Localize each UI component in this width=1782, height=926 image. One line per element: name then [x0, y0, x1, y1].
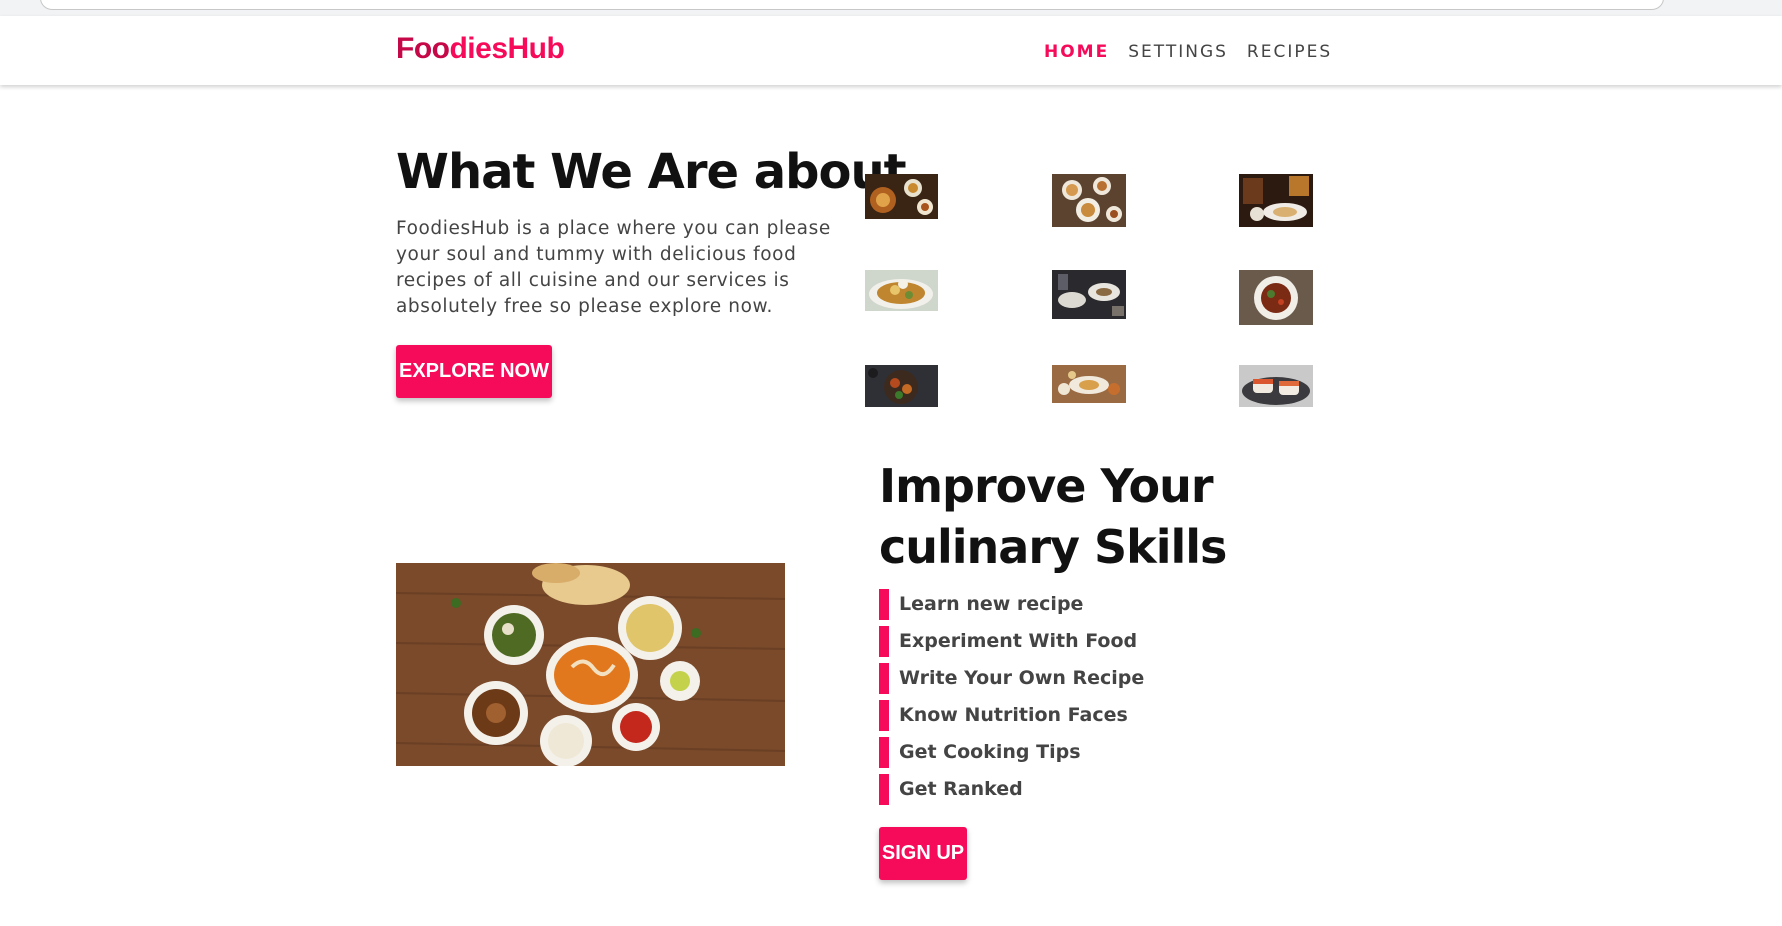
- skill-item-write-your-own-recipe: Write Your Own Recipe: [879, 663, 1144, 694]
- site-logo[interactable]: FoodiesHub: [396, 32, 565, 66]
- browser-toolbar: [0, 0, 1782, 16]
- food-photo-6: [1239, 270, 1313, 325]
- hero-title: What We Are about: [396, 144, 907, 200]
- nav-home[interactable]: HOME: [1044, 42, 1109, 62]
- skill-item-know-nutrition-faces: Know Nutrition Faces: [879, 700, 1144, 731]
- skills-title-line2: culinary Skills: [879, 520, 1227, 574]
- indian-food-photo: [395, 563, 786, 767]
- food-photo-1: [865, 174, 938, 219]
- food-photo-2: [1052, 174, 1126, 227]
- skill-item-experiment-with-food: Experiment With Food: [879, 626, 1144, 657]
- skill-item-get-cooking-tips: Get Cooking Tips: [879, 737, 1144, 768]
- food-photo-4: [865, 270, 938, 311]
- food-photo-3: [1239, 174, 1313, 227]
- nav-links: HOME SETTINGS RECIPES: [1044, 42, 1332, 62]
- food-photo-9: [1239, 365, 1313, 407]
- navbar: FoodiesHub HOME SETTINGS RECIPES: [0, 16, 1782, 85]
- skill-item-get-ranked: Get Ranked: [879, 774, 1144, 805]
- food-photo-7: [865, 365, 938, 407]
- skills-list: Learn new recipe Experiment With Food Wr…: [879, 589, 1144, 811]
- nav-settings[interactable]: SETTINGS: [1128, 42, 1228, 62]
- logo-text-part2: diesHub: [449, 32, 565, 65]
- skills-title: Improve Your culinary Skills: [879, 456, 1227, 578]
- nav-recipes[interactable]: RECIPES: [1247, 42, 1332, 62]
- explore-now-button[interactable]: EXPLORE NOW: [396, 345, 552, 398]
- skills-title-line1: Improve Your: [879, 459, 1214, 513]
- food-photo-5: [1052, 270, 1126, 319]
- skill-item-learn-new-recipe: Learn new recipe: [879, 589, 1144, 620]
- food-photo-8: [1052, 365, 1126, 403]
- logo-text-part1: Foo: [396, 32, 450, 65]
- sign-up-button[interactable]: SIGN UP: [879, 827, 967, 880]
- address-bar[interactable]: [40, 0, 1664, 10]
- hero-description: FoodiesHub is a place where you can plea…: [396, 218, 831, 317]
